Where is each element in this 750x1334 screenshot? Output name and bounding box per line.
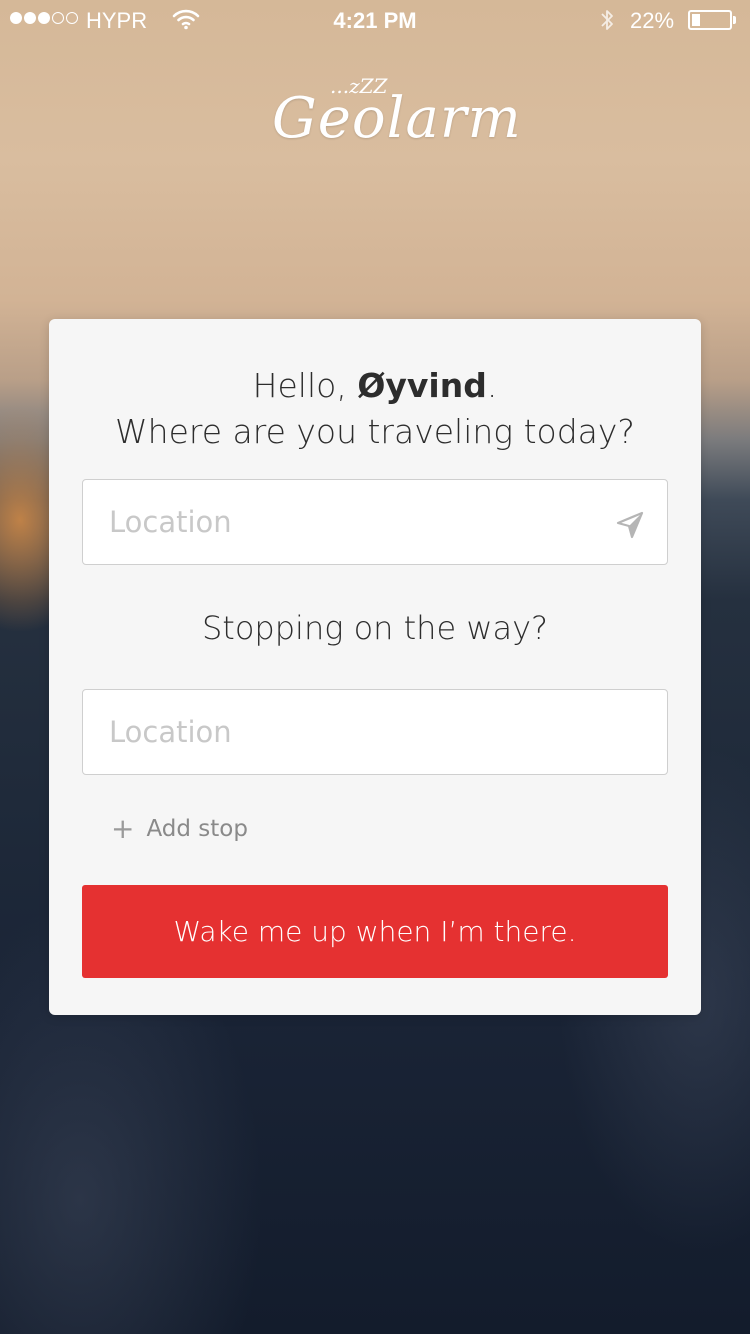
add-stop-button[interactable]: + Add stop xyxy=(111,815,248,843)
wake-me-up-button[interactable]: Wake me up when I’m there. xyxy=(82,885,668,978)
greeting-hello: Hello, xyxy=(252,366,347,405)
battery-level-fill xyxy=(692,14,700,26)
stopover-field[interactable] xyxy=(82,689,668,775)
stopover-input[interactable] xyxy=(83,690,589,774)
status-bar: HYPR 4:21 PM 22% xyxy=(0,0,750,40)
add-stop-label: Add stop xyxy=(146,816,248,842)
destination-input[interactable] xyxy=(83,480,589,564)
greeting-period: . xyxy=(486,366,498,405)
battery-nub xyxy=(733,16,736,24)
greeting-line: Hello, Øyvind. xyxy=(49,363,701,409)
stopover-question: Stopping on the way? xyxy=(201,609,549,647)
bluetooth-icon xyxy=(598,7,616,39)
destination-field[interactable] xyxy=(82,479,668,565)
battery-percentage: 22% xyxy=(630,8,675,33)
plus-icon: + xyxy=(111,812,135,845)
user-name: Øyvind xyxy=(357,366,487,405)
app-logo xyxy=(0,74,750,174)
battery-icon xyxy=(688,10,732,30)
location-arrow-icon[interactable] xyxy=(615,510,645,540)
trip-card: Hello, Øyvind. Where are you traveling t… xyxy=(49,319,701,1015)
greeting: Hello, Øyvind. Where are you traveling t… xyxy=(49,363,701,455)
destination-question: Where are you traveling today? xyxy=(115,412,635,451)
